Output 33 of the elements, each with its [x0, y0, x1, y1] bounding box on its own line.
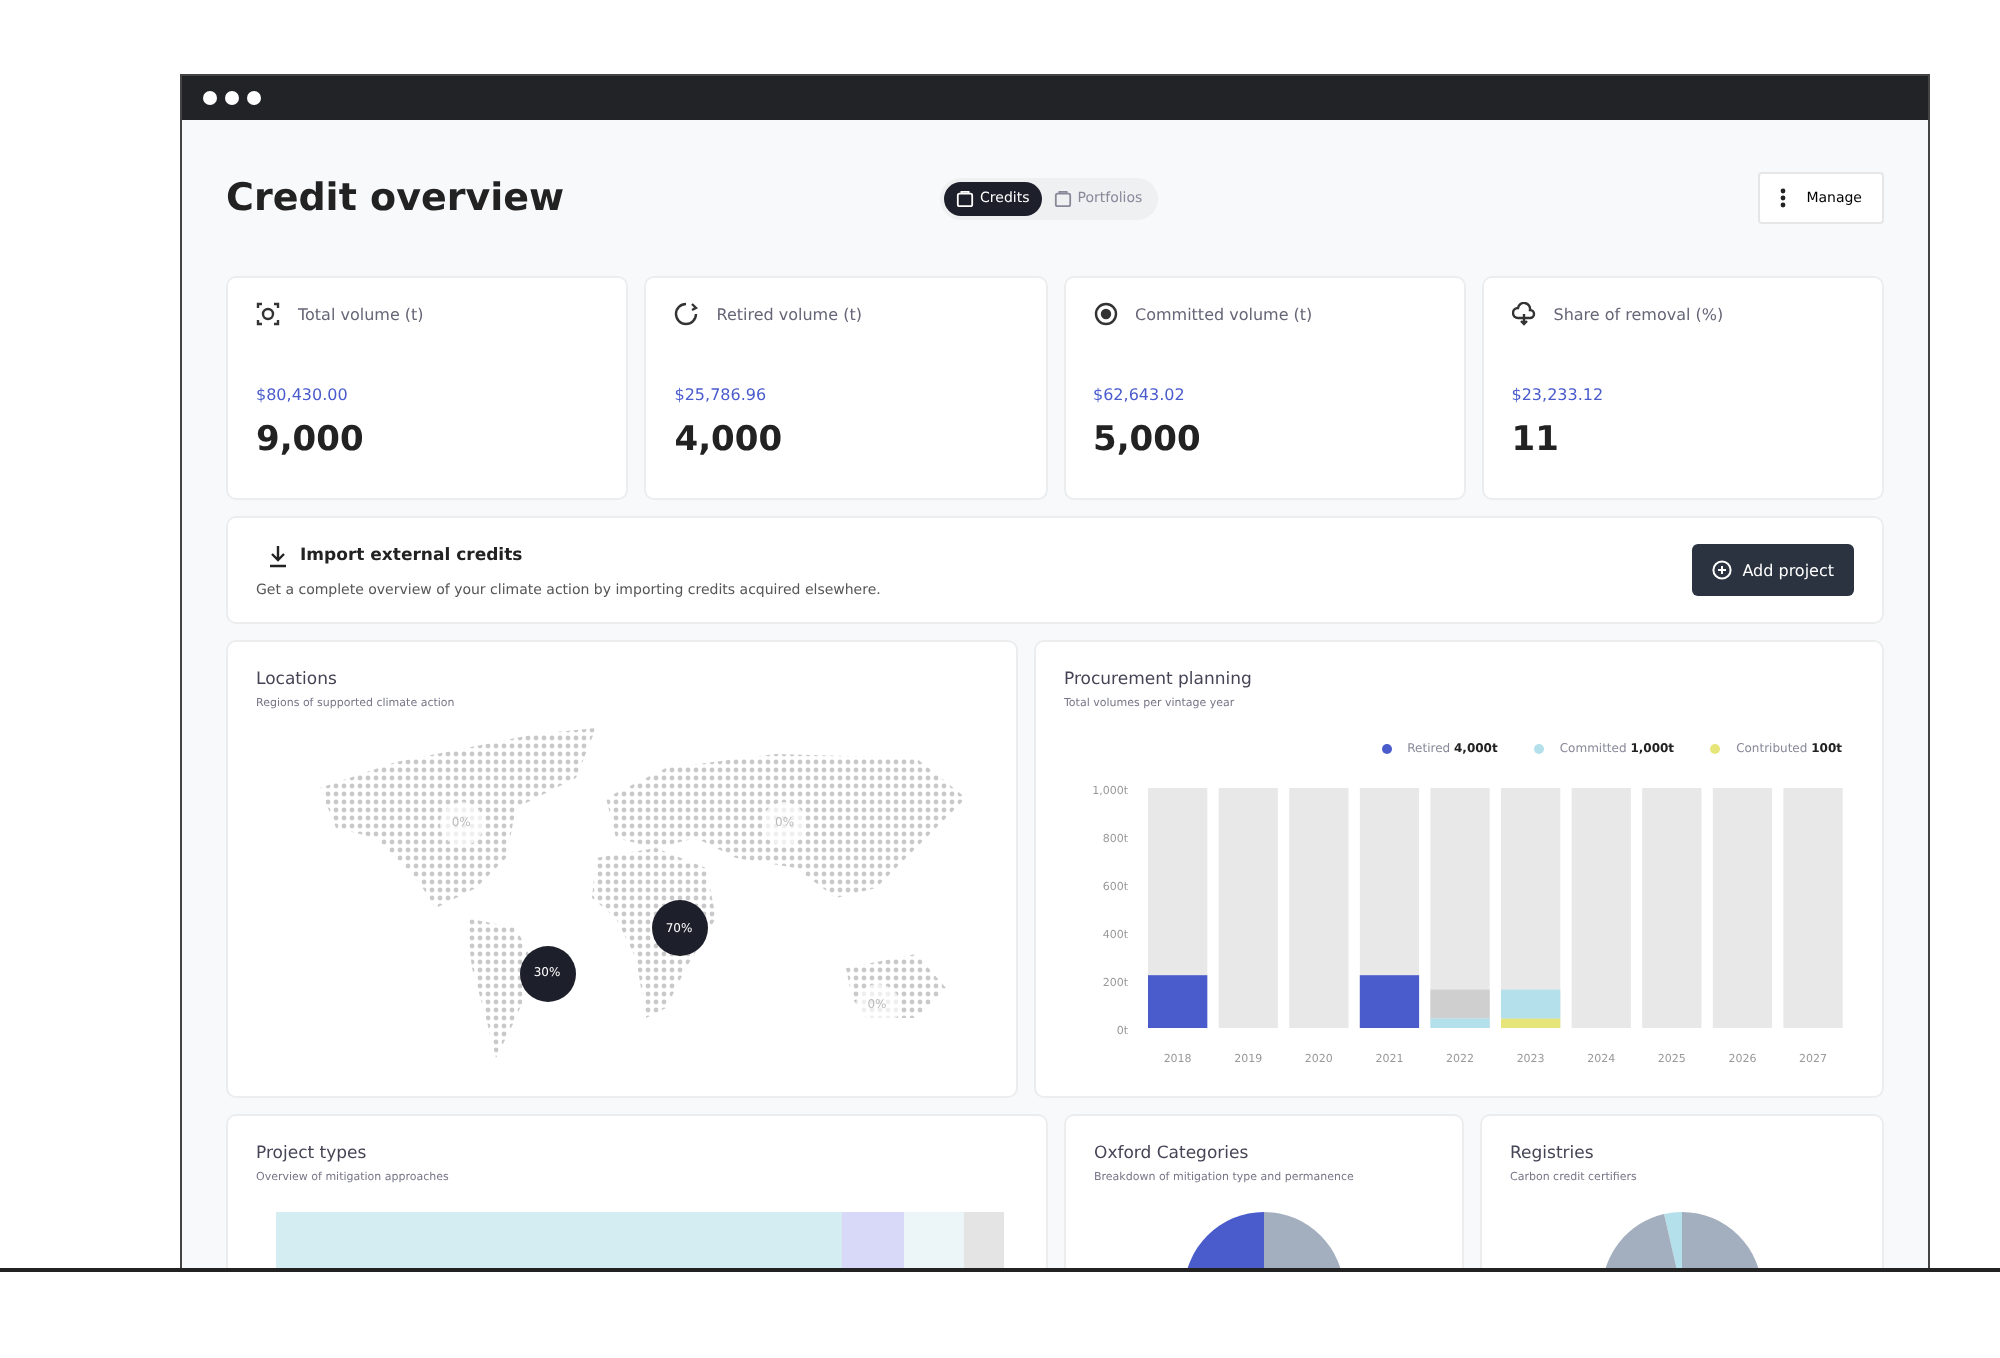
stat-amount: $23,233.12 — [1511, 386, 1606, 404]
import-title: Import external credits — [300, 545, 523, 565]
cloud-icon — [1511, 302, 1536, 326]
card-title: Registries — [1510, 1144, 1596, 1164]
circle-arrow-icon — [674, 302, 699, 326]
folder-icon — [1053, 189, 1072, 207]
card-title: Project types — [256, 1144, 369, 1164]
download-icon — [268, 543, 288, 567]
folder-icon — [956, 189, 975, 207]
stat-value: 11 — [1511, 420, 1561, 460]
bar-segment — [1359, 975, 1420, 1028]
stat-label: Committed volume (t) — [1135, 305, 1313, 323]
bar-segment — [1148, 975, 1208, 1028]
card-title: Locations — [256, 670, 339, 690]
stat-amount: $62,643.02 — [1093, 386, 1187, 404]
window-dots-icon — [202, 90, 262, 106]
stat-label: Retired volume (t) — [716, 305, 862, 323]
add-project-button[interactable]: Add project — [1692, 544, 1854, 596]
stat-label: Total volume (t) — [298, 305, 424, 323]
stat-value: 4,000 — [674, 420, 785, 460]
target-icon — [1093, 302, 1117, 326]
bar-segment — [1430, 1018, 1490, 1028]
stat-amount: $25,786.96 — [674, 386, 769, 404]
card-title: Oxford Categories — [1094, 1144, 1251, 1164]
plus-circle-icon — [1712, 560, 1733, 580]
page-title: Credit overview — [226, 176, 567, 220]
stat-value: 9,000 — [256, 420, 366, 460]
more-vertical-icon — [1780, 188, 1787, 208]
card-title: Procurement planning — [1064, 670, 1254, 690]
stat-label: Share of removal (%) — [1553, 305, 1724, 323]
scan-icon — [256, 302, 280, 326]
stat-value: 5,000 — [1093, 420, 1203, 460]
stat-amount: $80,430.00 — [256, 386, 350, 404]
